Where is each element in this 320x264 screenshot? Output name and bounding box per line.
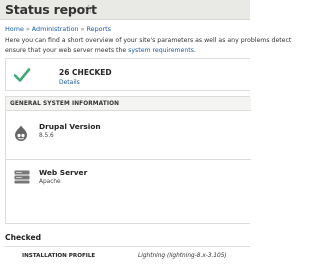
details-link[interactable]: Details	[59, 79, 80, 86]
section-header: GENERAL SYSTEM INFORMATION	[6, 97, 251, 111]
intro-line-2-suffix: .	[193, 46, 196, 54]
checkmark-icon	[13, 68, 31, 82]
breadcrumb-home[interactable]: Home	[5, 25, 24, 33]
installation-profile-label: INSTALLATION PROFILE	[22, 253, 96, 259]
checked-count: 26 CHECKED	[59, 68, 112, 77]
drupal-drop-icon	[15, 125, 27, 141]
intro-line-2-prefix: ensure that your web server meets the	[5, 46, 129, 54]
intro-line-2: ensure that your web server meets the sy…	[5, 46, 255, 56]
intro-text: Here you can find a short overview of yo…	[5, 36, 292, 56]
web-server-icon	[14, 170, 30, 184]
general-system-information: GENERAL SYSTEM INFORMATION Drupal Versio…	[5, 96, 251, 224]
intro-line-1: Here you can find a short overview of yo…	[5, 37, 292, 44]
breadcrumb-administration[interactable]: Administration	[32, 25, 79, 33]
breadcrumb-reports[interactable]: Reports	[86, 25, 111, 33]
web-server-title: Web Server	[39, 168, 88, 177]
breadcrumb-separator-icon: »	[25, 25, 30, 33]
drupal-version-value: 8.5.6	[39, 133, 54, 139]
section-title: GENERAL SYSTEM INFORMATION	[10, 101, 120, 107]
web-server-item: Web Server Apache	[6, 161, 251, 224]
web-server-value: Apache	[39, 179, 61, 185]
breadcrumb-separator-icon: »	[80, 25, 85, 33]
checked-heading: Checked	[5, 233, 42, 242]
table-row: INSTALLATION PROFILE Lightning (lightnin…	[5, 246, 250, 264]
status-summary-card: 26 CHECKED Details	[5, 58, 250, 91]
star-icon[interactable]: ☆	[83, 2, 94, 16]
installation-profile-value: Lightning (lightning-8.x-3.105)	[138, 252, 227, 259]
page-header: Status report ☆	[0, 0, 250, 20]
breadcrumb: Home» Administration» Reports	[5, 25, 111, 33]
drupal-version-title: Drupal Version	[39, 122, 101, 131]
drupal-version-item: Drupal Version 8.5.6	[6, 112, 251, 160]
system-requirements-link[interactable]: system requirements	[128, 47, 194, 54]
